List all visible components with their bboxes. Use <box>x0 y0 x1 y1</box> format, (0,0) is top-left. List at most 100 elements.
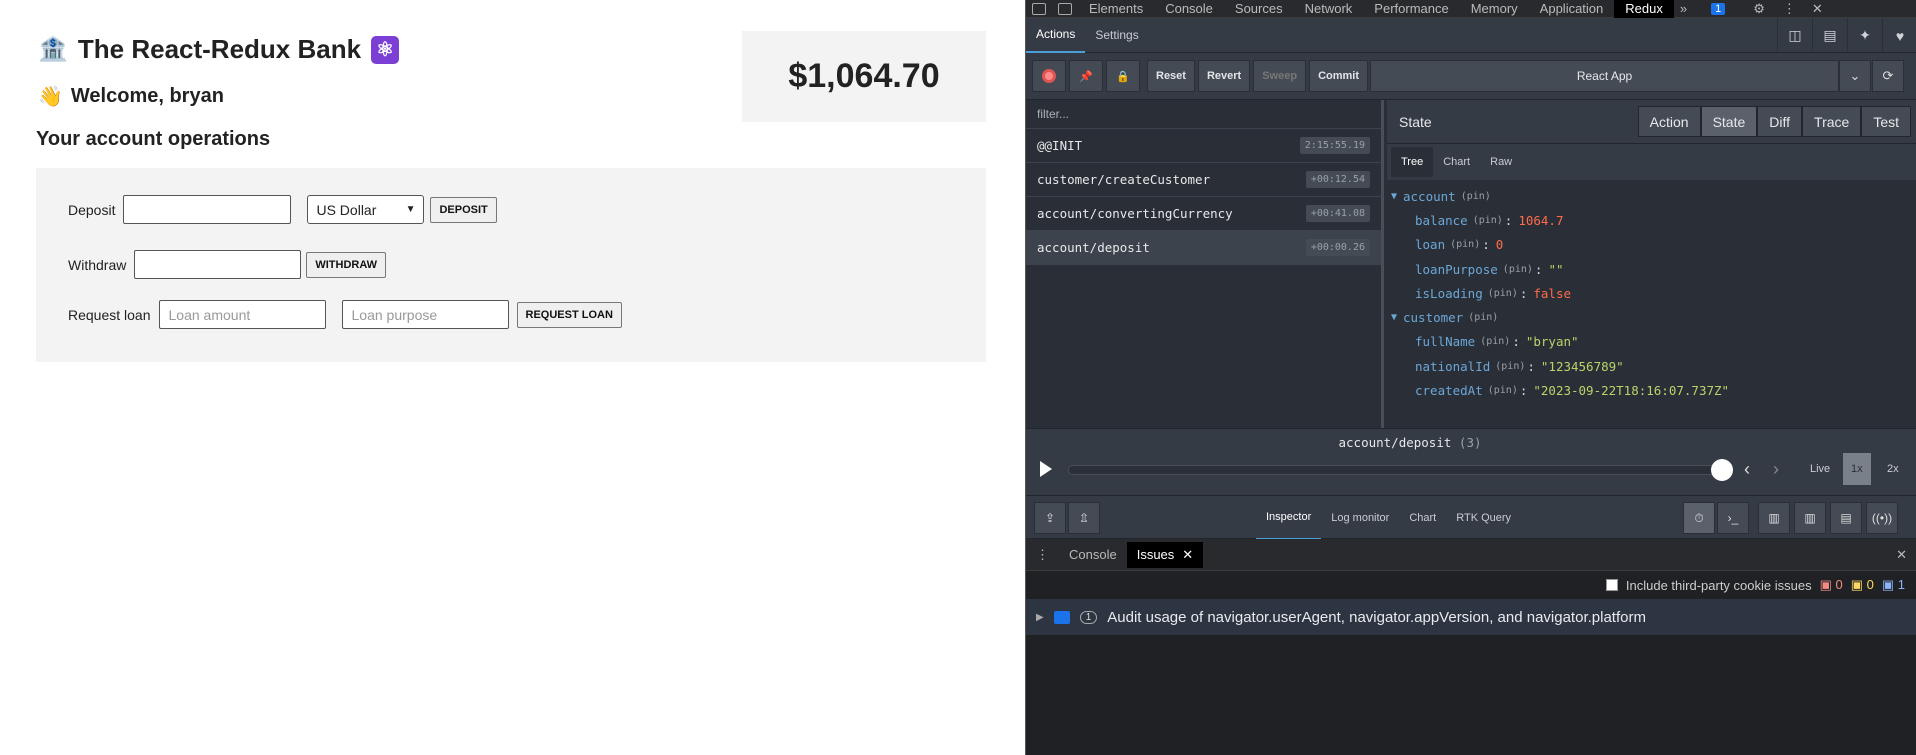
pin-label[interactable]: (pin) <box>1480 336 1510 347</box>
tab-raw[interactable]: Raw <box>1480 147 1522 177</box>
loan-purpose-input[interactable]: Loan purpose <box>341 300 509 329</box>
record-button[interactable] <box>1032 60 1066 92</box>
tab-state[interactable]: State <box>1700 106 1758 137</box>
dock-right-icon[interactable]: ▥ <box>1794 502 1826 534</box>
gear-icon[interactable]: ⚙ <box>1753 1 1765 17</box>
tab-test[interactable]: Test <box>1861 106 1911 137</box>
currency-select[interactable]: US Dollar ▼ <box>307 195 425 224</box>
timer-icon[interactable]: ⏱ <box>1683 502 1715 534</box>
pin-label[interactable]: (pin) <box>1503 264 1533 275</box>
tab-tree[interactable]: Tree <box>1391 147 1434 177</box>
pin-button[interactable]: 📌 <box>1069 60 1103 92</box>
deposit-input[interactable] <box>123 195 292 224</box>
tab-diff[interactable]: Diff <box>1757 106 1803 137</box>
issue-row[interactable]: ▶ 1 Audit usage of navigator.userAgent, … <box>1026 599 1916 635</box>
dock-left-icon[interactable]: ▥ <box>1758 502 1790 534</box>
play-icon[interactable] <box>1040 461 1052 477</box>
import-icon[interactable]: ⇪ <box>1034 502 1066 534</box>
live-button[interactable]: Live <box>1802 453 1838 485</box>
sweep-button[interactable]: Sweep <box>1253 60 1307 92</box>
tab-elements[interactable]: Elements <box>1078 0 1154 18</box>
list-item[interactable]: @@INIT 2:15:55.19 <box>1026 129 1381 163</box>
commit-button[interactable]: Commit <box>1309 60 1369 92</box>
terminal-icon[interactable]: ›_ <box>1717 502 1749 534</box>
state-title: State <box>1399 113 1432 130</box>
pin-label[interactable]: (pin) <box>1468 312 1498 323</box>
pin-label[interactable]: (pin) <box>1488 385 1518 396</box>
drawer-tab-console[interactable]: Console <box>1059 542 1127 568</box>
reset-button[interactable]: Reset <box>1147 60 1195 92</box>
device-toggle-icon[interactable] <box>1058 2 1072 15</box>
cookie-issues-checkbox[interactable] <box>1605 579 1618 591</box>
list-item[interactable]: customer/createCustomer +00:12.54 <box>1026 163 1381 197</box>
close-icon[interactable]: ✕ <box>1812 1 1823 17</box>
withdraw-input[interactable] <box>134 250 302 279</box>
list-item[interactable]: account/deposit +00:00.26 <box>1026 231 1381 265</box>
speed-1x-button[interactable]: 1x <box>1843 453 1871 485</box>
tab-sources[interactable]: Sources <box>1224 0 1294 18</box>
tab-log-monitor[interactable]: Log monitor <box>1321 496 1399 540</box>
export-icon[interactable]: ⇫ <box>1068 502 1100 534</box>
expand-arrow-icon[interactable]: ▼ <box>1391 191 1403 202</box>
tab-trace[interactable]: Trace <box>1802 106 1862 137</box>
chevron-right-icon[interactable]: › <box>1773 459 1779 480</box>
tab-action[interactable]: Action <box>1637 106 1701 137</box>
remote-icon[interactable]: ((•)) <box>1866 502 1898 534</box>
expand-arrow-icon[interactable]: ▼ <box>1391 312 1403 323</box>
twitter-icon[interactable]: ✦ <box>1847 18 1882 53</box>
slider-track[interactable] <box>1068 465 1720 475</box>
inspect-icon[interactable] <box>1032 2 1046 15</box>
chevron-down-icon[interactable]: ⌄ <box>1839 60 1871 92</box>
issues-badge[interactable]: 1 <box>1711 2 1726 15</box>
tab-console[interactable]: Console <box>1154 0 1224 18</box>
more-tabs-icon[interactable]: » <box>1680 1 1687 16</box>
tab-actions[interactable]: Actions <box>1026 18 1086 53</box>
pin-label[interactable]: (pin) <box>1488 288 1518 299</box>
list-item[interactable]: account/convertingCurrency +00:41.08 <box>1026 197 1381 231</box>
pin-label[interactable]: (pin) <box>1495 361 1525 372</box>
tab-redux[interactable]: Redux <box>1614 0 1674 18</box>
balance-display: $1,064.70 <box>742 31 986 122</box>
tab-rtk-query[interactable]: RTK Query <box>1446 496 1521 540</box>
tree-node-account[interactable]: ▼ account (pin) <box>1391 184 1916 208</box>
tab-network[interactable]: Network <box>1294 0 1364 18</box>
feedback-icon[interactable]: ▤ <box>1812 18 1847 53</box>
lock-button[interactable]: 🔒 <box>1106 60 1140 92</box>
tree-node-customer[interactable]: ▼ customer (pin) <box>1391 305 1916 329</box>
revert-button[interactable]: Revert <box>1197 60 1251 92</box>
tab-chart[interactable]: Chart <box>1433 147 1480 177</box>
slider-handle[interactable] <box>1711 459 1733 481</box>
pin-label[interactable]: (pin) <box>1461 191 1491 202</box>
sync-icon[interactable]: ⟳ <box>1872 60 1904 92</box>
state-subtabs: Tree Chart Raw <box>1387 144 1916 180</box>
split-view-icon[interactable]: ◫ <box>1777 18 1812 53</box>
pin-label[interactable]: (pin) <box>1473 215 1503 226</box>
withdraw-button[interactable]: WITHDRAW <box>306 251 387 278</box>
drawer-tab-issues[interactable]: Issues ✕ <box>1126 541 1204 568</box>
chevron-left-icon[interactable]: ‹ <box>1744 459 1750 480</box>
tree-row: createdAt (pin): "2023-09-22T18:16:07.73… <box>1415 383 1730 399</box>
request-loan-button[interactable]: REQUEST LOAN <box>516 301 622 328</box>
dock-bottom-icon[interactable]: ▤ <box>1830 502 1862 534</box>
pin-label[interactable]: (pin) <box>1450 239 1480 250</box>
tab-settings[interactable]: Settings <box>1085 18 1148 53</box>
loan-amount-input[interactable]: Loan amount <box>158 300 326 329</box>
expand-arrow-icon[interactable]: ▶ <box>1036 612 1044 623</box>
tab-memory[interactable]: Memory <box>1460 0 1529 18</box>
tab-inspector[interactable]: Inspector <box>1256 496 1322 540</box>
tree-key: fullName <box>1415 334 1476 350</box>
speed-2x-button[interactable]: 2x <box>1879 453 1907 485</box>
tree-key: loanPurpose <box>1415 261 1498 277</box>
close-icon[interactable]: ✕ <box>1896 547 1907 563</box>
close-icon[interactable]: ✕ <box>1182 547 1193 563</box>
tab-performance[interactable]: Performance <box>1363 0 1459 18</box>
heart-icon[interactable]: ♥ <box>1882 18 1916 53</box>
kebab-menu-icon[interactable]: ⋮ <box>1036 547 1049 563</box>
kebab-menu-icon[interactable]: ⋮ <box>1783 1 1796 17</box>
tab-application[interactable]: Application <box>1529 0 1615 18</box>
tab-chart-monitor[interactable]: Chart <box>1399 496 1446 540</box>
tree-value: "bryan" <box>1525 334 1579 350</box>
instance-select[interactable]: React App <box>1370 60 1839 92</box>
filter-input[interactable]: filter... <box>1026 100 1381 129</box>
deposit-button[interactable]: DEPOSIT <box>430 196 497 223</box>
